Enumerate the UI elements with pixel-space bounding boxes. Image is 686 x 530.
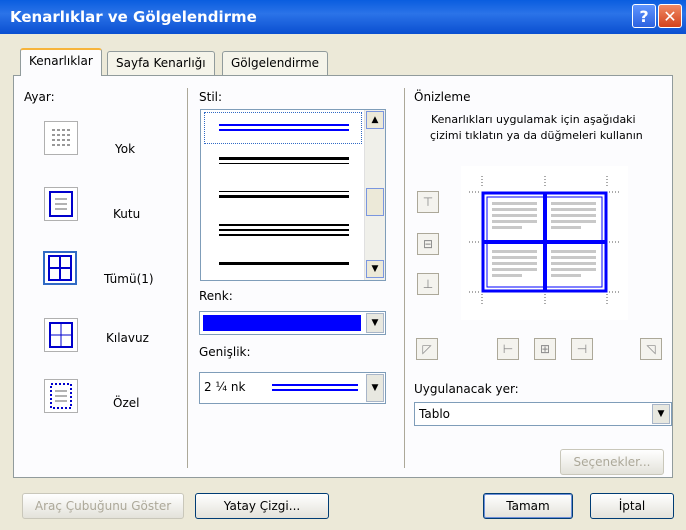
tab-golgelendirme[interactable]: Gölgelendirme [222, 51, 329, 75]
setting-kilavuz-label: Kılavuz [106, 331, 149, 345]
uygulanacak-label: Uygulanacak yer: [414, 382, 519, 396]
style-line-4[interactable] [219, 262, 349, 265]
scroll-up-button[interactable]: ▲ [366, 111, 384, 129]
tab-kenarliklar[interactable]: Kenarlıklar [20, 48, 102, 76]
separator-right [404, 88, 405, 468]
style-line-3c [219, 234, 349, 236]
title-bar[interactable]: Kenarlıklar ve Gölgelendirme ? ✕ [0, 0, 686, 34]
bottom-border-button[interactable]: ⊥ [417, 273, 439, 295]
tamam-button[interactable]: Tamam [483, 493, 573, 519]
setting-ozel-label: Özel [113, 396, 140, 410]
setting-ozel-button[interactable] [44, 379, 78, 413]
right-border-button[interactable]: ⊣ [571, 338, 593, 360]
style-line-3[interactable] [219, 224, 349, 226]
separator-left [187, 88, 188, 468]
genislik-value: 2 ¼ nk [204, 380, 246, 394]
border-preview[interactable] [461, 166, 628, 320]
style-line-1b [219, 163, 349, 164]
setting-kilavuz-button[interactable] [44, 318, 78, 352]
stil-label: Stil: [199, 90, 223, 104]
style-double-line-selected-2 [219, 129, 349, 131]
none-border-icon [52, 129, 70, 146]
window-title: Kenarlıklar ve Gölgelendirme [10, 8, 257, 26]
secenekler-button[interactable]: Seçenekler... [560, 449, 664, 475]
left-border-button[interactable]: ⊢ [497, 338, 519, 360]
genislik-dropdown-arrow[interactable]: ▼ [366, 374, 384, 402]
ayar-label: Ayar: [24, 90, 55, 104]
renk-label: Renk: [199, 289, 233, 303]
uygulanacak-dropdown[interactable]: Tablo ▼ [414, 402, 672, 426]
preview-table-icon [469, 176, 621, 306]
tab-sayfa-kenarligi[interactable]: Sayfa Kenarlığı [107, 51, 215, 75]
genislik-dropdown[interactable]: 2 ¼ nk ▼ [199, 372, 386, 404]
custom-border-icon [50, 383, 72, 409]
setting-yok-button[interactable] [44, 121, 78, 155]
style-line-3b [219, 229, 349, 231]
style-line-2[interactable] [219, 191, 349, 192]
arac-cubugunu-goster-button[interactable]: Araç Çubuğunu Göster [22, 493, 184, 519]
help-button[interactable]: ? [632, 4, 656, 28]
style-double-line-selected[interactable] [219, 124, 349, 126]
stil-listbox[interactable]: ▲ ▼ [200, 109, 386, 281]
diagonal-down-border-button[interactable]: ◸ [416, 338, 438, 360]
scroll-down-button[interactable]: ▼ [366, 260, 384, 278]
onizleme-label: Önizleme [414, 90, 471, 104]
renk-dropdown-arrow[interactable]: ▼ [366, 313, 384, 333]
all-border-icon [48, 255, 72, 281]
grid-border-icon [49, 322, 73, 348]
setting-tumu-button[interactable] [43, 251, 77, 285]
scroll-thumb[interactable] [366, 188, 384, 216]
diagonal-up-border-button[interactable]: ◹ [640, 338, 662, 360]
renk-dropdown[interactable]: ▼ [199, 311, 386, 335]
uygulanacak-dropdown-arrow[interactable]: ▼ [652, 404, 670, 424]
inside-horizontal-border-button[interactable]: ⊟ [417, 233, 439, 255]
stil-selected-row[interactable] [204, 112, 362, 144]
onizleme-hint-1: Kenarlıkları uygulamak için aşağıdaki [431, 113, 636, 126]
uygulanacak-value: Tablo [419, 407, 450, 421]
setting-tumu-label: Tümü(1) [104, 272, 154, 286]
style-line-2b [219, 195, 349, 198]
renk-swatch [203, 315, 361, 331]
setting-kutu-label: Kutu [113, 207, 141, 221]
inside-vertical-border-button[interactable]: ⊞ [534, 338, 556, 360]
genislik-line-2 [272, 389, 358, 391]
setting-kutu-button[interactable] [44, 187, 78, 221]
stil-scrollbar[interactable]: ▲ ▼ [364, 110, 385, 280]
genislik-label: Genişlik: [199, 345, 251, 359]
iptal-button[interactable]: İptal [590, 493, 674, 519]
yatay-cizgi-button[interactable]: Yatay Çizgi... [195, 493, 329, 519]
box-border-icon [49, 191, 73, 217]
dialog-window: Kenarlıklar ve Gölgelendirme ? ✕ Kenarlı… [0, 0, 686, 530]
top-border-button[interactable]: ⊤ [417, 191, 439, 213]
setting-yok-label: Yok [115, 142, 136, 156]
close-button[interactable]: ✕ [658, 4, 682, 28]
genislik-line-1 [272, 384, 358, 386]
style-line-1[interactable] [219, 157, 349, 160]
onizleme-hint-2: çizimi tıklatın ya da düğmeleri kullanın [430, 129, 643, 142]
